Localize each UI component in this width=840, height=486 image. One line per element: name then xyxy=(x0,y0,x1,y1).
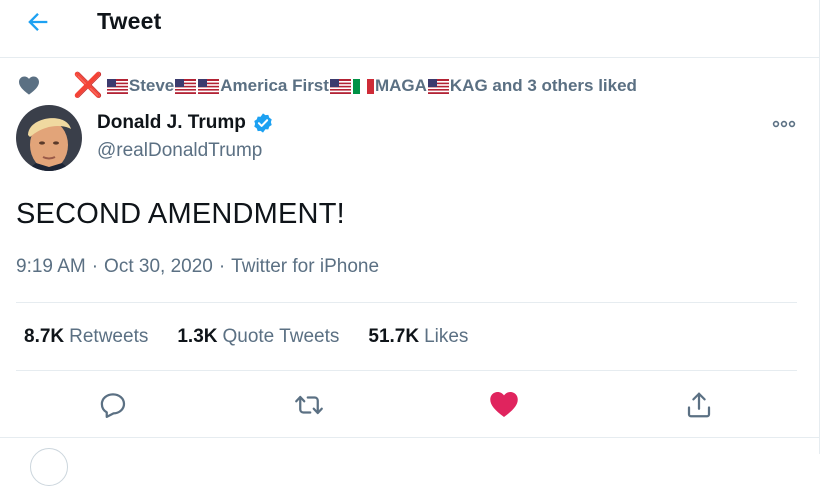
arrow-left-icon xyxy=(28,13,48,31)
divider xyxy=(0,437,819,438)
us-flag-emoji xyxy=(175,78,197,94)
liker-name: America First xyxy=(220,76,329,95)
cross-mark-emoji: ❌ xyxy=(73,72,103,99)
divider xyxy=(16,370,797,371)
retweets-count: 8.7K xyxy=(24,326,65,347)
quote-tweets-label: Quote Tweets xyxy=(222,326,340,347)
page-title: Tweet xyxy=(97,8,162,34)
author-handle[interactable]: @realDonaldTrump xyxy=(97,140,262,162)
back-button[interactable] xyxy=(24,8,52,36)
tweet-date[interactable]: Oct 30, 2020 xyxy=(104,256,213,277)
social-context: ❌ Steve America First MAGA KAG and 3 oth… xyxy=(16,72,816,98)
divider xyxy=(16,302,797,303)
us-flag-emoji xyxy=(427,78,449,94)
like-icon-filled[interactable] xyxy=(489,390,519,420)
share-icon[interactable] xyxy=(684,390,714,420)
us-flag-emoji xyxy=(329,78,351,94)
liker-name: KAG and 3 others liked xyxy=(449,76,637,95)
action-bar xyxy=(0,386,819,426)
tweet-source[interactable]: Twitter for iPhone xyxy=(231,256,379,277)
header-bar: Tweet xyxy=(0,0,819,58)
author-name[interactable]: Donald J. Trump xyxy=(97,112,274,134)
quote-tweets-count: 1.3K xyxy=(177,326,218,347)
tweet-detail-column: Tweet ❌ Steve America First MAGA KAG and… xyxy=(0,0,820,486)
likes-stat[interactable]: 51.7K Likes xyxy=(368,326,468,348)
meta-separator: · xyxy=(218,256,226,277)
verified-badge-icon xyxy=(254,113,272,133)
italy-flag-emoji xyxy=(352,78,374,94)
retweet-icon[interactable] xyxy=(294,390,324,420)
author-avatar[interactable] xyxy=(16,105,82,171)
likes-label: Likes xyxy=(424,326,469,347)
heart-icon xyxy=(19,76,39,95)
us-flag-emoji xyxy=(106,78,128,94)
author-name-text: Donald J. Trump xyxy=(97,112,246,133)
retweets-label: Retweets xyxy=(69,326,149,347)
liked-by-text[interactable]: ❌ Steve America First MAGA KAG and 3 oth… xyxy=(73,72,637,99)
tweet-text: SECOND AMENDMENT! xyxy=(16,198,345,230)
engagement-stats: 8.7K Retweets 1.3K Quote Tweets 51.7K Likes xyxy=(24,326,497,348)
tweet-time[interactable]: 9:19 AM xyxy=(16,256,86,277)
reply-icon[interactable] xyxy=(98,390,128,420)
liker-name: MAGA xyxy=(374,76,427,95)
us-flag-emoji xyxy=(198,78,220,94)
liker-name: Steve xyxy=(128,76,175,95)
meta-separator: · xyxy=(91,256,99,277)
quote-tweets-stat[interactable]: 1.3K Quote Tweets xyxy=(177,326,339,348)
tweet-metadata: 9:19 AM · Oct 30, 2020 · Twitter for iPhone xyxy=(16,256,379,278)
more-options-icon[interactable] xyxy=(772,118,796,130)
likes-count: 51.7K xyxy=(368,326,420,347)
retweets-stat[interactable]: 8.7K Retweets xyxy=(24,326,148,348)
